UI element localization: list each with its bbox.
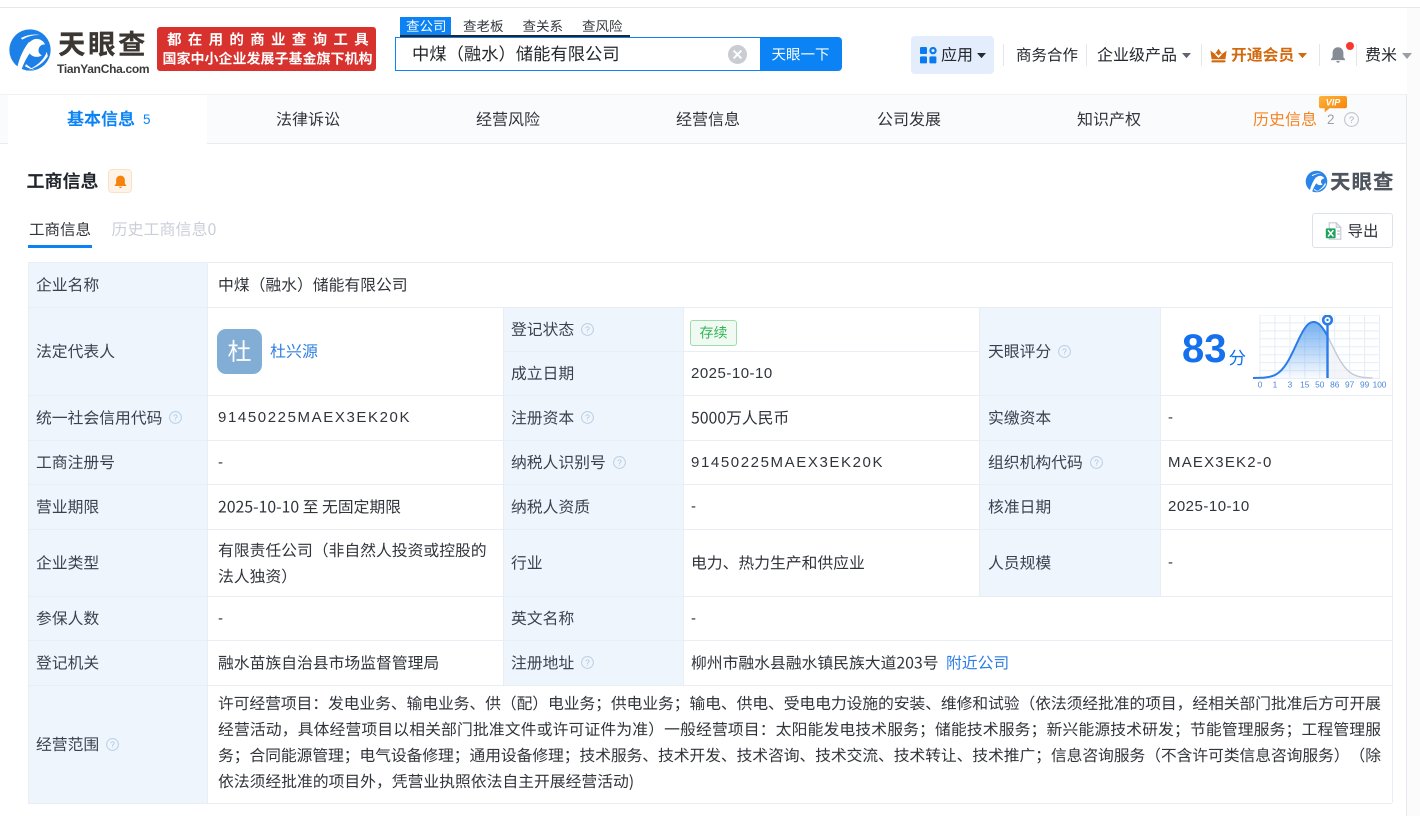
svg-text:99: 99 xyxy=(1360,380,1370,390)
svg-text:0: 0 xyxy=(1258,380,1263,390)
svg-text:1: 1 xyxy=(1273,380,1278,390)
svg-text:15: 15 xyxy=(1300,380,1310,390)
svg-text:?: ? xyxy=(110,739,115,749)
svg-text:?: ? xyxy=(585,658,590,668)
svg-text:?: ? xyxy=(1062,346,1067,356)
svg-text:3: 3 xyxy=(1288,380,1293,390)
svg-text:?: ? xyxy=(585,413,590,423)
svg-text:86: 86 xyxy=(1330,380,1340,390)
svg-text:?: ? xyxy=(617,457,622,467)
svg-text:50: 50 xyxy=(1315,380,1325,390)
svg-text:?: ? xyxy=(1094,457,1099,467)
svg-text:?: ? xyxy=(1349,114,1354,125)
svg-text:97: 97 xyxy=(1345,380,1355,390)
svg-text:VIP: VIP xyxy=(1326,97,1342,107)
svg-text:?: ? xyxy=(585,324,590,334)
svg-text:100: 100 xyxy=(1373,380,1387,390)
svg-text:?: ? xyxy=(174,413,179,423)
